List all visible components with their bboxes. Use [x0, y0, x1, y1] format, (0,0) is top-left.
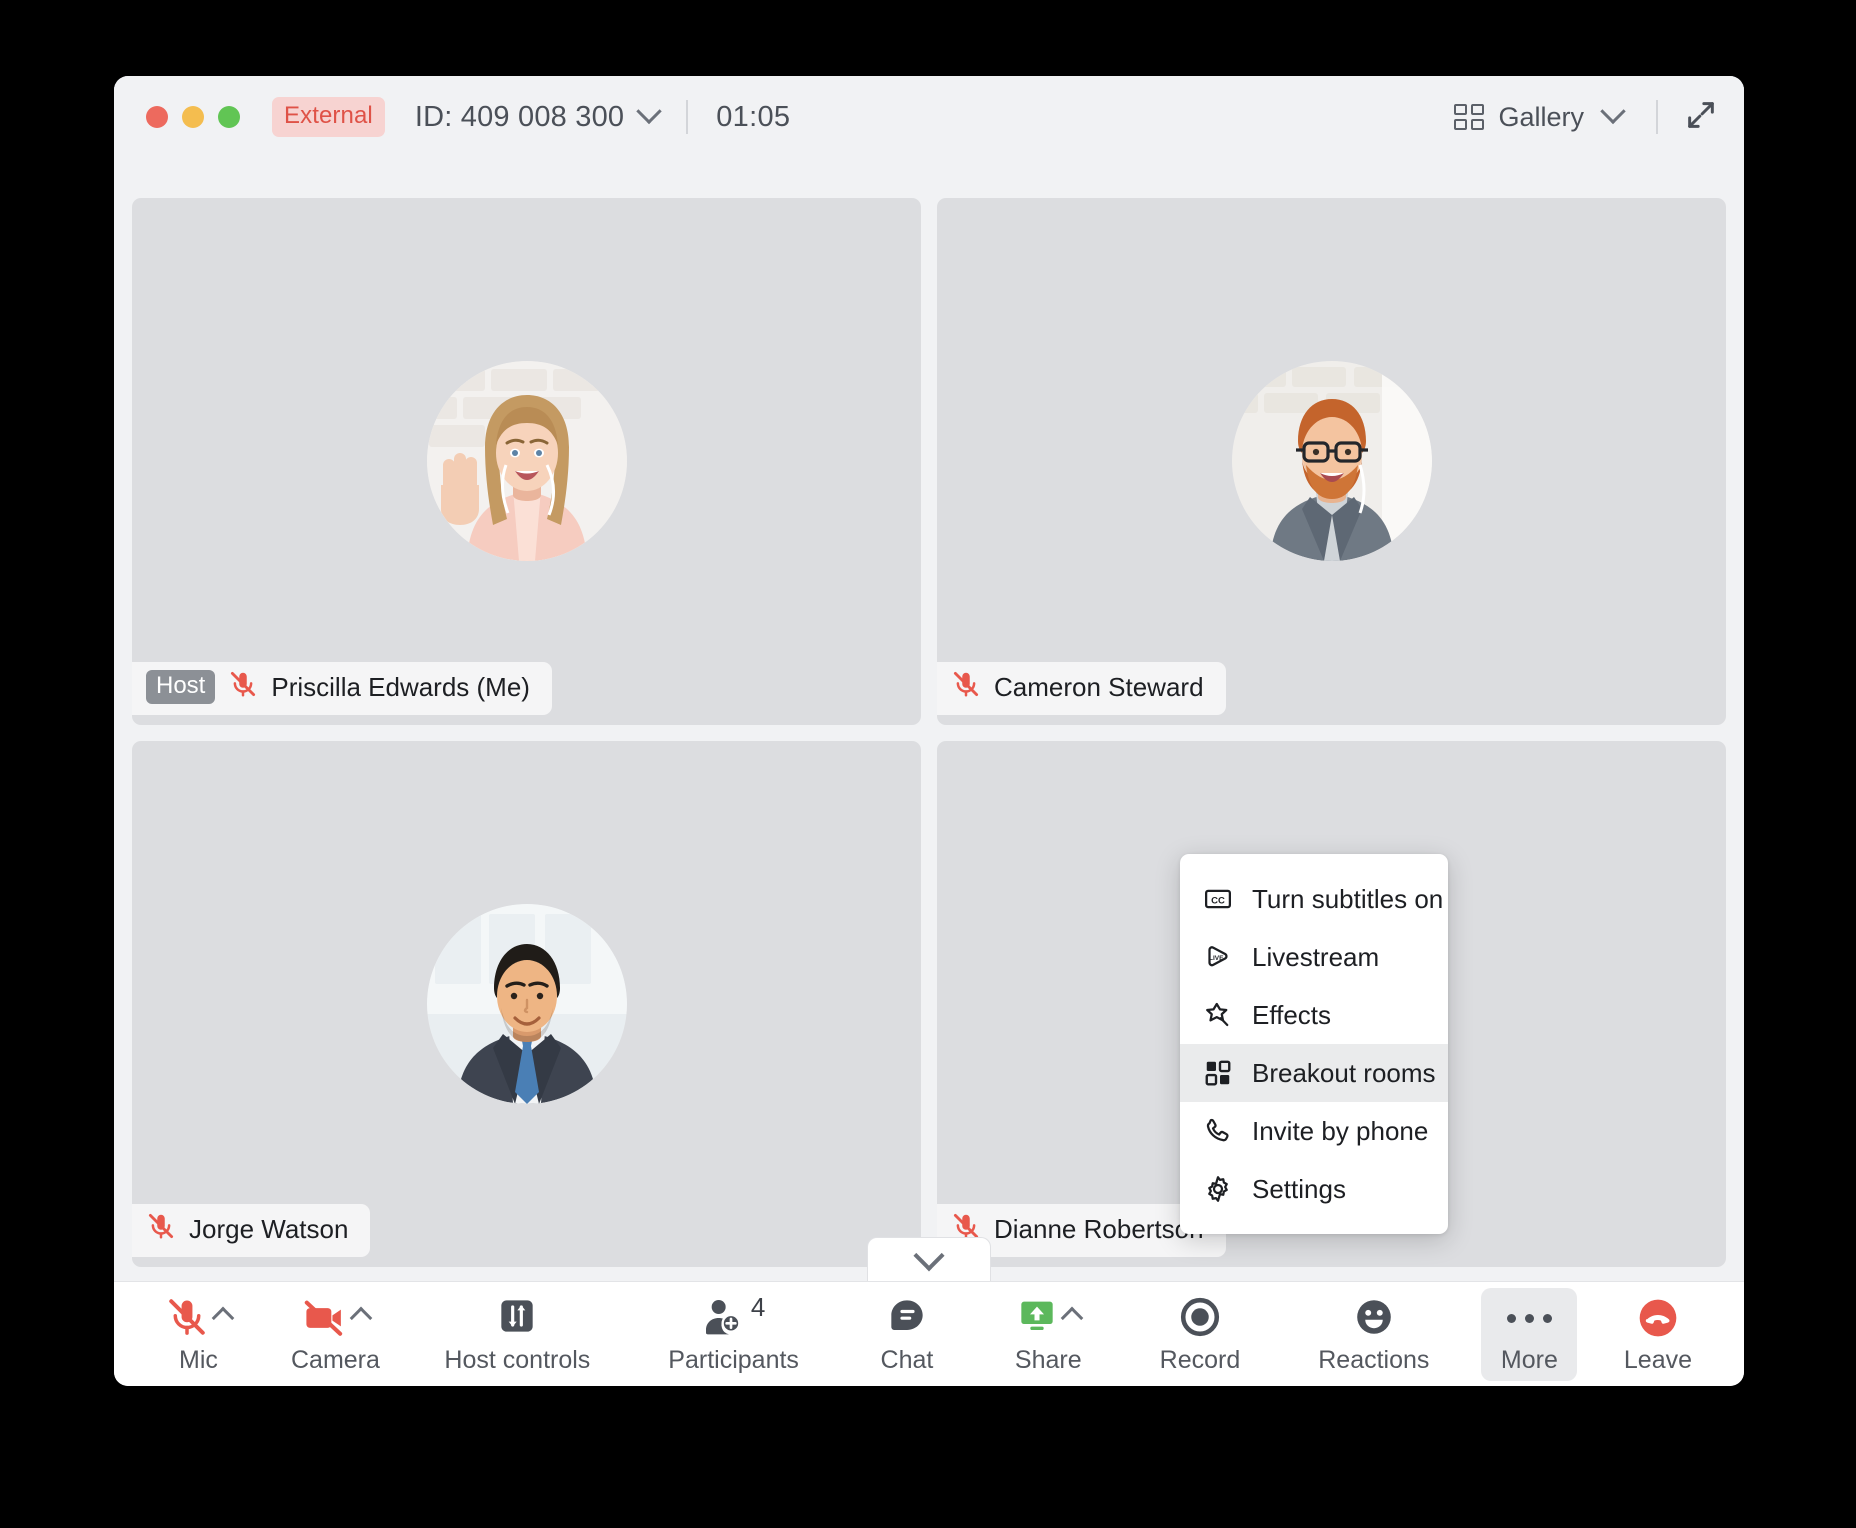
mic-off-icon	[146, 1211, 176, 1248]
toolbar-wrap: Mic Camera Host controls 4 Participants …	[114, 1237, 1744, 1386]
menu-item-label: Turn subtitles on	[1252, 883, 1444, 914]
mic-options-caret-icon[interactable]	[211, 1306, 235, 1329]
video-off-icon	[302, 1296, 346, 1345]
menu-item-label: Breakout rooms	[1252, 1057, 1436, 1088]
menu-item-breakout-rooms[interactable]: Breakout rooms	[1180, 1044, 1448, 1102]
sparkle-star-icon	[1202, 999, 1234, 1031]
participant-name: Priscilla Edwards (Me)	[271, 671, 530, 702]
gear-icon	[1202, 1173, 1234, 1205]
gallery-view-label: Gallery	[1498, 101, 1584, 132]
mic-off-icon	[951, 669, 981, 706]
chat-button[interactable]: Chat	[859, 1288, 955, 1381]
host-controls-label: Host controls	[444, 1345, 591, 1374]
share-options-caret-icon[interactable]	[1060, 1306, 1084, 1329]
svg-text:CC: CC	[1211, 895, 1225, 906]
sliders-icon	[497, 1296, 537, 1341]
host-badge: Host	[146, 669, 216, 705]
chevron-down-icon[interactable]	[1600, 98, 1626, 125]
divider	[1656, 100, 1658, 134]
leave-button[interactable]: Leave	[1606, 1288, 1710, 1381]
phone-icon	[1202, 1115, 1234, 1147]
leave-label: Leave	[1623, 1345, 1693, 1374]
video-tile[interactable]: Host Priscilla Edwards (Me)	[132, 198, 921, 725]
video-grid: Host Priscilla Edwards (Me) Cameron Stew…	[114, 158, 1744, 1281]
menu-item-livestream[interactable]: LIVE Livestream	[1180, 928, 1448, 986]
host-controls-button[interactable]: Host controls	[426, 1288, 608, 1381]
external-badge: External	[272, 97, 385, 137]
divider	[686, 100, 689, 134]
share-button[interactable]: Share	[997, 1288, 1100, 1381]
participant-name-tag: Host Priscilla Edwards (Me)	[132, 661, 552, 715]
meeting-toolbar: Mic Camera Host controls 4 Participants …	[114, 1281, 1744, 1386]
avatar-man-suit-tie-icon	[426, 903, 627, 1104]
chat-label: Chat	[880, 1345, 934, 1374]
menu-item-turn-subtitles-on[interactable]: CC Turn subtitles on	[1180, 870, 1448, 928]
hangup-icon	[1636, 1296, 1680, 1345]
close-window-button[interactable]	[146, 106, 168, 128]
grid-squares-icon	[1202, 1057, 1234, 1089]
person-add-icon	[702, 1296, 742, 1341]
traffic-lights	[146, 106, 240, 128]
record-label: Record	[1159, 1345, 1241, 1374]
mic-button[interactable]: Mic	[148, 1288, 249, 1381]
video-tile[interactable]: Jorge Watson	[132, 740, 921, 1267]
svg-text:LIVE: LIVE	[1209, 955, 1224, 962]
zoom-window-button[interactable]	[218, 106, 240, 128]
mic-off-icon	[228, 669, 258, 706]
ellipsis-icon	[1506, 1296, 1552, 1342]
participants-label: Participants	[668, 1345, 799, 1374]
avatar	[1231, 361, 1432, 562]
live-icon: LIVE	[1202, 941, 1234, 973]
participant-name: Cameron Steward	[994, 671, 1204, 702]
participants-count: 4	[750, 1291, 766, 1322]
cc-icon: CC	[1202, 883, 1234, 915]
menu-item-effects[interactable]: Effects	[1180, 986, 1448, 1044]
more-button[interactable]: More	[1481, 1287, 1578, 1381]
participants-button[interactable]: 4 Participants	[650, 1288, 817, 1381]
more-options-menu: CC Turn subtitles on LIVE Livestream Eff…	[1180, 854, 1448, 1234]
record-circle-icon	[1179, 1296, 1221, 1343]
menu-item-label: Livestream	[1252, 941, 1380, 972]
menu-item-invite-by-phone[interactable]: Invite by phone	[1180, 1102, 1448, 1160]
menu-item-label: Invite by phone	[1252, 1115, 1429, 1146]
title-bar: External ID: 409 008 300 01:05 Gallery	[114, 76, 1744, 158]
participant-name: Jorge Watson	[189, 1214, 349, 1244]
avatar	[426, 361, 627, 562]
avatar-man-glasses-beard-icon	[1231, 361, 1432, 562]
avatar	[426, 903, 627, 1104]
meeting-timer: 01:05	[716, 100, 791, 133]
share-screen-icon	[1017, 1296, 1057, 1341]
participant-name-tag: Jorge Watson	[132, 1204, 371, 1257]
chevron-down-icon[interactable]	[636, 98, 662, 125]
fullscreen-button[interactable]	[1684, 98, 1718, 137]
camera-options-caret-icon[interactable]	[349, 1306, 373, 1329]
share-label: Share	[1014, 1345, 1082, 1374]
meeting-id-label: ID: 409 008 300	[414, 100, 625, 133]
record-button[interactable]: Record	[1142, 1288, 1259, 1381]
gallery-view-button[interactable]: Gallery	[1454, 98, 1626, 133]
mic-off-icon	[166, 1296, 208, 1343]
chat-bubble-icon	[887, 1296, 927, 1341]
smiley-icon	[1353, 1296, 1395, 1343]
title-bar-right: Gallery	[1454, 98, 1718, 137]
reactions-label: Reactions	[1318, 1345, 1430, 1374]
menu-item-label: Settings	[1252, 1173, 1346, 1204]
meeting-window: External ID: 409 008 300 01:05 Gallery H…	[114, 76, 1744, 1386]
camera-label: Camera	[291, 1345, 380, 1374]
chevron-down-icon	[913, 1239, 945, 1271]
camera-button[interactable]: Camera	[273, 1288, 398, 1381]
reactions-button[interactable]: Reactions	[1300, 1288, 1447, 1381]
menu-item-settings[interactable]: Settings	[1180, 1160, 1448, 1218]
participant-name: Dianne Robertson	[994, 1214, 1204, 1244]
collapse-toolbar-button[interactable]	[867, 1237, 991, 1281]
avatar-woman-waving-icon	[426, 361, 627, 562]
menu-item-label: Effects	[1252, 999, 1332, 1030]
grid-view-icon	[1454, 104, 1485, 130]
mic-label: Mic	[179, 1345, 218, 1374]
video-tile[interactable]: Cameron Steward	[937, 198, 1726, 725]
minimize-window-button[interactable]	[182, 106, 204, 128]
participant-name-tag: Cameron Steward	[937, 661, 1226, 715]
more-label: More	[1500, 1345, 1558, 1374]
